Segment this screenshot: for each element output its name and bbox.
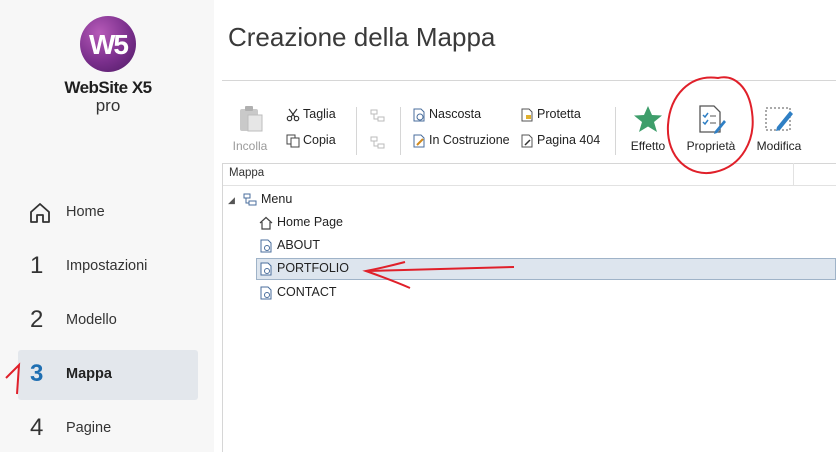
paste-icon <box>240 106 263 132</box>
page-title: Creazione della Mappa <box>228 22 496 52</box>
hidden-page-label: Nascosta <box>429 107 482 121</box>
nav-label-impostazioni: Impostazioni <box>66 258 148 274</box>
paste-button[interactable]: Incolla <box>230 103 270 153</box>
logo-sub: pro <box>95 96 121 115</box>
nav-label-pagine: Pagine <box>66 420 112 436</box>
map-toolbar: Incolla Taglia Copia Nascosta In Costruz… <box>222 80 836 164</box>
properties-button[interactable]: Proprietà <box>684 103 738 153</box>
under-construction-icon <box>413 134 425 148</box>
nav-item-modello[interactable]: 2 Modello <box>18 296 198 346</box>
logo-letters: W5 <box>89 29 129 60</box>
properties-label: Proprietà <box>686 139 736 153</box>
nav-label-modello: Modello <box>66 312 117 328</box>
copy-icon <box>286 134 300 148</box>
edit-label: Modifica <box>756 139 802 153</box>
tree-node-label: Home Page <box>277 215 344 229</box>
move-up-icon[interactable] <box>370 109 386 123</box>
toolbar-separator <box>615 107 616 155</box>
nav-label-home: Home <box>66 204 105 220</box>
step-nav: Home 1 Impostazioni 2 Modello 3 Mappa 4 … <box>18 188 198 458</box>
column-separator <box>793 163 794 185</box>
hidden-page-icon <box>413 108 425 122</box>
lock-page-icon <box>521 108 533 122</box>
copy-button[interactable]: Copia <box>286 133 336 148</box>
tree-node-label: ABOUT <box>277 238 321 252</box>
edit-icon <box>765 107 793 131</box>
page-icon <box>260 262 272 276</box>
tree-node-label: PORTFOLIO <box>277 261 350 275</box>
paste-label: Incolla <box>232 139 268 153</box>
sidebar: W5 WebSite X5 pro Home 1 Impostazioni 2 … <box>0 0 214 452</box>
tree-root-menu[interactable]: Menu <box>243 192 292 207</box>
star-icon <box>634 106 662 132</box>
under-construction-label: In Costruzione <box>429 133 510 147</box>
nav-item-home[interactable]: Home <box>18 188 198 238</box>
tree-node-contact[interactable]: CONTACT <box>259 285 337 300</box>
logo-name: WebSite X5 <box>64 78 152 97</box>
nav-label-mappa: Mappa <box>66 366 112 382</box>
site-map-tree: Mappa ◢ Menu Home Page ABOUT PORTFOLIO C… <box>222 163 836 452</box>
page-icon <box>260 239 272 253</box>
page-404-button[interactable]: Pagina 404 <box>520 133 600 148</box>
cut-button[interactable]: Taglia <box>286 107 336 122</box>
edit-button[interactable]: Modifica <box>754 103 804 153</box>
toolbar-separator <box>400 107 401 155</box>
nav-step-number: 4 <box>30 414 44 441</box>
hidden-page-button[interactable]: Nascosta <box>412 107 481 122</box>
properties-icon <box>699 105 726 134</box>
nav-step-number: 3 <box>30 360 44 387</box>
tree-node-portfolio[interactable]: PORTFOLIO <box>256 258 836 280</box>
nav-step-number: 1 <box>30 252 44 279</box>
tree-node-about[interactable]: ABOUT <box>259 238 320 253</box>
cut-label: Taglia <box>303 107 336 121</box>
tree-node-home-page[interactable]: Home Page <box>259 215 343 230</box>
tree-column-header: Mappa <box>223 163 836 186</box>
scissors-icon <box>286 108 300 122</box>
logo-badge: W5 <box>80 16 136 72</box>
protected-page-label: Protetta <box>537 107 581 121</box>
protected-page-button[interactable]: Protetta <box>520 107 581 122</box>
home-page-icon <box>259 216 273 230</box>
page-404-icon <box>521 134 533 148</box>
app-logo: W5 WebSite X5 pro <box>58 12 158 122</box>
tree-header-label: Mappa <box>229 167 265 179</box>
menu-tree-icon <box>243 193 257 206</box>
under-construction-button[interactable]: In Costruzione <box>412 133 510 148</box>
page-icon <box>260 286 272 300</box>
move-down-icon[interactable] <box>370 136 386 150</box>
effect-label: Effetto <box>630 139 666 153</box>
collapse-toggle-icon[interactable]: ◢ <box>228 195 235 206</box>
page-404-label: Pagina 404 <box>537 133 601 147</box>
nav-item-pagine[interactable]: 4 Pagine <box>18 404 198 454</box>
nav-item-mappa[interactable]: 3 Mappa <box>18 350 198 400</box>
tree-node-label: CONTACT <box>277 285 337 299</box>
effect-button[interactable]: Effetto <box>626 103 670 153</box>
copy-label: Copia <box>303 133 336 147</box>
nav-item-impostazioni[interactable]: 1 Impostazioni <box>18 242 198 292</box>
tree-root-label: Menu <box>261 192 293 206</box>
toolbar-separator <box>356 107 357 155</box>
nav-step-number: 2 <box>30 306 44 333</box>
home-icon <box>30 203 50 223</box>
